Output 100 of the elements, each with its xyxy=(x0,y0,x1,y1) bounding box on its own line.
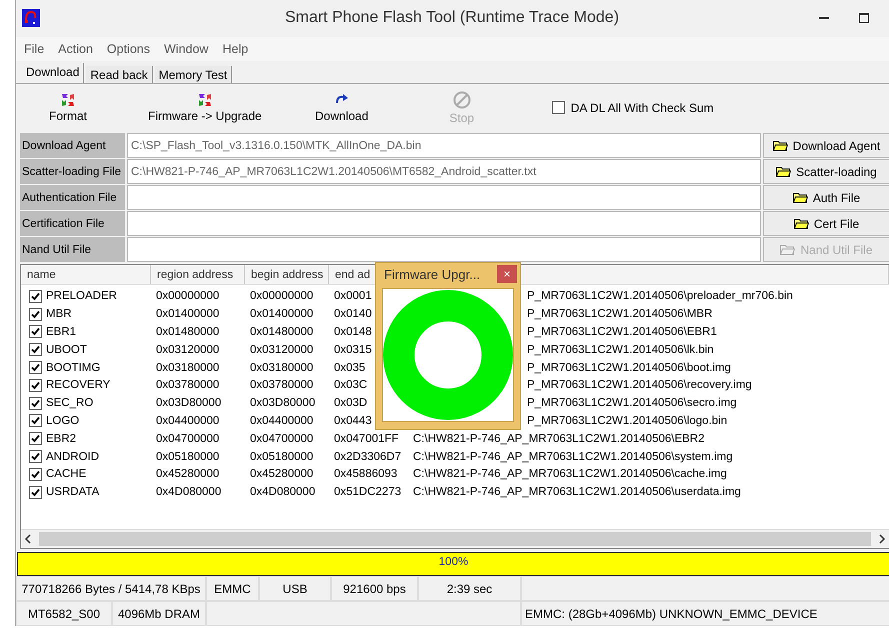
path-field[interactable] xyxy=(127,211,761,236)
table-cell: 0x01400000 xyxy=(250,308,314,320)
table-cell: MBR xyxy=(46,308,72,320)
table-cell: 0x0140 xyxy=(334,308,372,320)
path-field[interactable] xyxy=(127,185,761,210)
table-cell: 0x04400000 xyxy=(250,414,314,427)
checkbox[interactable] xyxy=(29,325,42,338)
checkbox[interactable] xyxy=(29,414,42,428)
browse-button[interactable]: Auth File xyxy=(763,185,889,210)
table-cell: CACHE xyxy=(46,468,86,480)
table-cell: 0x2D3306D7 xyxy=(334,450,402,463)
checkbox[interactable] xyxy=(29,468,42,481)
table-cell: 0x05180000 xyxy=(250,450,314,463)
folder-icon xyxy=(794,218,809,230)
table-cell: RECOVERY xyxy=(46,379,110,392)
table-cell: 0x4D080000 xyxy=(156,486,222,498)
table-cell: 0x047001FF xyxy=(334,432,399,445)
tab[interactable]: Read back xyxy=(86,66,153,83)
toolbar-button[interactable]: Firmware -> Upgrade xyxy=(148,92,262,123)
table-cell: 0x51DC2273 xyxy=(334,486,402,498)
table-cell: LOGO xyxy=(46,414,80,427)
browse-button[interactable]: Download Agent xyxy=(763,133,889,158)
table-cell: SEC_RO xyxy=(46,397,94,410)
table-cell: 0x03180000 xyxy=(250,362,314,374)
menu-item[interactable]: Help xyxy=(222,42,248,56)
checkbox[interactable] xyxy=(29,432,42,446)
table-cell: 0x04700000 xyxy=(156,432,220,445)
table-cell: C:\HW821-P-746_AP_MR7063L1C2W1.20140506\EBR2 xyxy=(413,432,704,445)
folder-icon xyxy=(776,166,792,178)
table-cell: EBR1 xyxy=(46,326,76,338)
checkbox[interactable] xyxy=(29,361,42,374)
maximize-icon[interactable] xyxy=(859,13,869,24)
status-cell: EMMC xyxy=(206,576,259,602)
checkbox[interactable] xyxy=(29,343,42,356)
table-cell: P_MR7063L1C2W1.20140506\preloader_mr706.bin xyxy=(527,290,793,302)
column-header[interactable]: name xyxy=(21,265,151,284)
field-label: Nand Util File xyxy=(20,237,125,262)
browse-button[interactable]: Scatter-loading xyxy=(763,159,889,184)
checkbox[interactable] xyxy=(552,101,565,114)
table-cell: 0x03120000 xyxy=(250,344,314,356)
app-icon xyxy=(22,9,40,28)
browse-button[interactable]: Cert File xyxy=(763,211,889,236)
checkbox[interactable] xyxy=(29,308,42,321)
field-label: Authentication File xyxy=(20,185,125,210)
checkbox[interactable] xyxy=(29,290,42,303)
horizontal-scrollbar[interactable] xyxy=(21,529,889,548)
checkbox[interactable] xyxy=(29,396,42,410)
table-cell: 0x45886093 xyxy=(334,468,398,480)
table-cell: P_MR7063L1C2W1.20140506\lk.bin xyxy=(527,344,714,356)
toolbar-button[interactable]: Download xyxy=(302,92,382,123)
table-cell: 0x03D80000 xyxy=(250,397,316,410)
table-cell: 0x03180000 xyxy=(156,362,220,374)
field-label: Certification File xyxy=(20,211,125,236)
table-cell: 0x03D xyxy=(334,397,368,410)
menu-item[interactable]: Action xyxy=(58,42,93,56)
stop-icon xyxy=(452,90,471,109)
table-cell: 0x05180000 xyxy=(156,450,220,463)
table-cell: C:\HW821-P-746_AP_MR7063L1C2W1.20140506\system.img xyxy=(413,450,733,463)
table-cell: P_MR7063L1C2W1.20140506\secro.img xyxy=(527,397,737,410)
status-cell: USB xyxy=(259,576,331,602)
minimize-icon[interactable] xyxy=(819,17,829,20)
menu-item[interactable]: Options xyxy=(106,42,150,56)
status-cell: 2:39 sec xyxy=(418,576,521,602)
table-cell: BOOTIMG xyxy=(46,362,100,374)
checkbox[interactable] xyxy=(29,486,42,499)
field-label: Download Agent xyxy=(20,133,125,158)
path-field[interactable]: C:\HW821-P-746_AP_MR7063L1C2W1.20140506\MT6582_Android_scatter.txt xyxy=(127,159,761,184)
path-field[interactable] xyxy=(127,237,761,262)
path-field[interactable]: C:\SP_Flash_Tool_v3.1316.0.150\MTK_AllInOne_DA.bin xyxy=(127,133,761,158)
table-cell: 0x03D80000 xyxy=(156,397,222,410)
menu-item[interactable]: Window xyxy=(164,42,208,56)
table-cell: 0x0443 xyxy=(334,414,372,427)
menu-item[interactable]: File xyxy=(24,42,44,56)
toolbar-button[interactable]: Format xyxy=(28,92,108,123)
table-cell: 0x45280000 xyxy=(250,468,314,480)
field-label: Scatter-loading File xyxy=(20,159,125,184)
table-cell: EBR2 xyxy=(46,432,76,445)
close-button[interactable]: × xyxy=(497,265,517,284)
table-cell: 0x03120000 xyxy=(156,344,220,356)
table-cell: 0x00000000 xyxy=(250,290,314,302)
table-cell: P_MR7063L1C2W1.20140506\boot.img xyxy=(527,362,731,374)
table-cell: P_MR7063L1C2W1.20140506\EBR1 xyxy=(527,326,717,338)
table-cell: PRELOADER xyxy=(46,290,117,302)
checkbox-label: DA DL All With Check Sum xyxy=(570,100,714,115)
table-cell: USRDATA xyxy=(46,486,100,498)
status-cell: 4096Mb DRAM xyxy=(112,601,206,626)
table-cell: 0x035 xyxy=(334,362,366,374)
table-cell: P_MR7063L1C2W1.20140506\logo.bin xyxy=(527,414,728,427)
column-header[interactable]: begin address xyxy=(245,265,329,284)
table-cell: P_MR7063L1C2W1.20140506\recovery.img xyxy=(527,379,752,392)
table-cell: 0x01480000 xyxy=(156,326,220,338)
tab[interactable]: Memory Test xyxy=(154,66,232,83)
checkbox[interactable] xyxy=(29,378,42,392)
table-cell: 0x0001 xyxy=(334,290,372,302)
checkbox[interactable] xyxy=(29,450,42,464)
table-cell: UBOOT xyxy=(46,344,87,356)
table-cell: 0x01400000 xyxy=(156,308,220,320)
status-cell: 921600 bps xyxy=(331,576,418,602)
column-header[interactable]: region address xyxy=(151,265,245,284)
table-cell: 0x45280000 xyxy=(156,468,220,480)
